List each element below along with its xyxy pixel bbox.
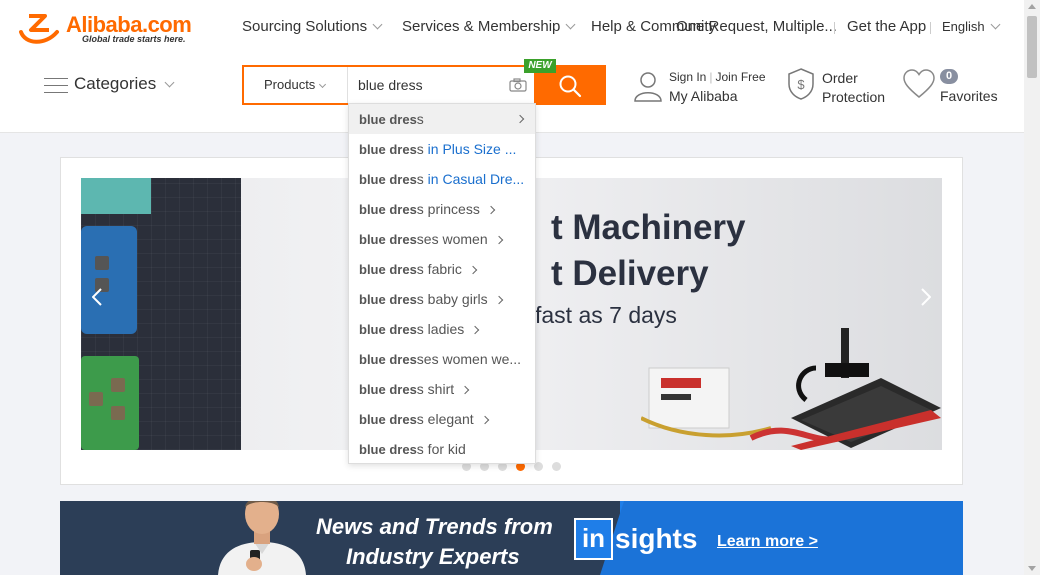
nav-divider bbox=[834, 22, 835, 34]
suggestion-item[interactable]: blue dress ladies bbox=[349, 314, 535, 344]
join-free-link[interactable]: Join Free bbox=[715, 70, 765, 84]
nav-one-request[interactable]: One Request, Multiple... bbox=[676, 18, 837, 35]
chevron-down-icon bbox=[565, 19, 576, 30]
suggestion-item[interactable]: blue dress shirt bbox=[349, 374, 535, 404]
page-scrollbar[interactable] bbox=[1024, 0, 1040, 575]
banner-subline: fast as 7 days bbox=[535, 302, 677, 328]
search-category-select[interactable]: Products bbox=[244, 67, 348, 103]
alibaba-logo[interactable]: Alibaba.com Global trade starts here. bbox=[15, 12, 210, 48]
insights-title: News and Trends from Industry Experts bbox=[316, 514, 553, 569]
carousel-prev-arrow-icon[interactable] bbox=[92, 288, 102, 306]
search-input[interactable] bbox=[350, 67, 500, 103]
favorites-count-badge: 0 bbox=[940, 69, 958, 84]
categories-label: Categories bbox=[74, 74, 175, 94]
suggestion-item[interactable]: blue dress in Plus Size ... bbox=[349, 134, 535, 164]
chevron-down-icon bbox=[372, 19, 383, 30]
search-bar: Products bbox=[242, 65, 536, 105]
shield-dollar-icon[interactable]: $ bbox=[786, 67, 816, 101]
chevron-right-icon bbox=[515, 114, 525, 124]
search-icon bbox=[559, 75, 582, 98]
my-alibaba-link[interactable]: My Alibaba bbox=[669, 88, 737, 104]
insights-banner[interactable]: News and Trends from Industry Experts in… bbox=[60, 501, 963, 575]
chevron-right-icon bbox=[460, 385, 470, 395]
user-icon[interactable] bbox=[633, 70, 663, 102]
language-selector[interactable]: English bbox=[942, 19, 1001, 34]
logo-tagline: Global trade starts here. bbox=[82, 34, 186, 44]
sign-in-link[interactable]: Sign In bbox=[669, 70, 706, 84]
favorites-link[interactable]: Favorites bbox=[940, 88, 998, 104]
menu-icon bbox=[44, 78, 68, 94]
banner-headline-2: t Delivery bbox=[551, 254, 709, 293]
order-protection-link[interactable]: Order Protection bbox=[822, 69, 885, 107]
presenter-photo bbox=[218, 501, 306, 575]
suggestion-item[interactable]: blue dress fabric bbox=[349, 254, 535, 284]
nav-get-the-app[interactable]: Get the App bbox=[847, 18, 926, 35]
carousel-next-arrow-icon[interactable] bbox=[921, 288, 931, 306]
suggestion-item[interactable]: blue dress in Casual Dre... bbox=[349, 164, 535, 194]
nav-sourcing-solutions[interactable]: Sourcing Solutions bbox=[242, 18, 383, 35]
chevron-right-icon bbox=[471, 325, 480, 335]
suggestion-item[interactable]: blue dress baby girls bbox=[349, 284, 535, 314]
chevron-down-icon bbox=[990, 19, 1001, 30]
insights-logo-sights: sights bbox=[615, 523, 698, 554]
search-suggestions-dropdown: blue dress blue dress in Plus Size ... b… bbox=[348, 103, 536, 464]
learn-more-link[interactable]: Learn more > bbox=[717, 533, 818, 551]
chevron-down-icon bbox=[319, 80, 327, 89]
new-badge: NEW bbox=[524, 59, 556, 73]
heart-icon[interactable] bbox=[902, 68, 936, 100]
chevron-right-icon bbox=[480, 415, 489, 425]
suggestion-item[interactable]: blue dress princess bbox=[349, 194, 535, 224]
alibaba-smile-icon bbox=[19, 14, 59, 44]
suggestion-item[interactable]: blue dress bbox=[349, 104, 535, 134]
chevron-right-icon bbox=[494, 235, 503, 245]
banner-headline-1: t Machinery bbox=[551, 208, 746, 247]
nav-services-membership[interactable]: Services & Membership bbox=[402, 18, 576, 35]
suggestion-item[interactable]: blue dresses women bbox=[349, 224, 535, 254]
suggestion-item[interactable]: blue dress elegant bbox=[349, 404, 535, 434]
nav-divider bbox=[930, 22, 931, 34]
scroll-down-arrow-icon[interactable] bbox=[1028, 566, 1036, 571]
scrollbar-thumb[interactable] bbox=[1027, 16, 1037, 78]
heat-press-machine-image bbox=[641, 328, 941, 450]
chevron-right-icon bbox=[486, 205, 496, 215]
camera-icon[interactable] bbox=[509, 78, 527, 92]
chevron-down-icon bbox=[164, 77, 175, 88]
svg-text:$: $ bbox=[797, 77, 805, 92]
sign-in-join: Sign In | Join Free bbox=[669, 70, 766, 84]
suggestion-item[interactable]: blue dress for kid bbox=[349, 434, 535, 464]
suggestion-item[interactable]: blue dresses women we... bbox=[349, 344, 535, 374]
carousel-dot[interactable] bbox=[552, 462, 561, 471]
chevron-right-icon bbox=[494, 295, 503, 305]
insights-logo-in: in bbox=[574, 518, 613, 560]
chevron-right-icon bbox=[468, 265, 478, 275]
circuit-board-image bbox=[81, 178, 241, 450]
scroll-up-arrow-icon[interactable] bbox=[1028, 4, 1036, 9]
